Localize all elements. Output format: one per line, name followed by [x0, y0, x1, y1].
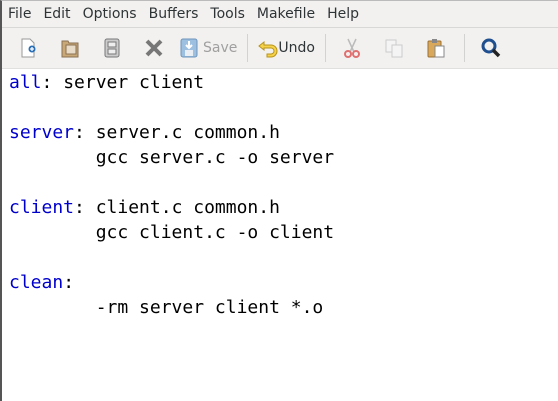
- code-line: gcc server.c -o server: [9, 145, 558, 170]
- undo-arrow-icon: [258, 40, 278, 58]
- open-file-button[interactable]: [52, 32, 88, 64]
- undo-label: Undo: [278, 40, 315, 56]
- menu-file[interactable]: File: [6, 6, 39, 22]
- copy-button[interactable]: [376, 32, 412, 64]
- make-target: client: [9, 197, 75, 218]
- menu-edit[interactable]: Edit: [41, 6, 78, 22]
- menu-bar: File Edit Options Buffers Tools Makefile…: [2, 1, 558, 28]
- code-line: gcc client.c -o client: [9, 220, 558, 245]
- code-text: : server client: [41, 72, 205, 93]
- save-button[interactable]: Save: [178, 32, 237, 64]
- menu-tools[interactable]: Tools: [208, 6, 253, 22]
- make-target: server: [9, 122, 75, 143]
- menu-help[interactable]: Help: [325, 6, 367, 22]
- code-text: -rm server client *.o: [9, 297, 324, 318]
- paste-button[interactable]: [418, 32, 454, 64]
- code-line: clean:: [9, 270, 558, 295]
- scissors-icon: [343, 38, 360, 58]
- new-file-button[interactable]: [10, 32, 46, 64]
- save-icon: [180, 38, 198, 58]
- search-button[interactable]: [473, 32, 509, 64]
- magnifier-icon: [481, 38, 501, 58]
- toolbar: Save Undo: [2, 28, 558, 69]
- code-text: gcc server.c -o server: [9, 147, 335, 168]
- code-line: server: server.c common.h: [9, 120, 558, 145]
- dired-button[interactable]: [94, 32, 130, 64]
- toolbar-separator: [247, 34, 249, 62]
- close-x-icon: [145, 39, 163, 57]
- code-line: client: client.c common.h: [9, 195, 558, 220]
- code-text: gcc client.c -o client: [9, 222, 335, 243]
- save-label: Save: [203, 40, 238, 56]
- file-cabinet-icon: [104, 38, 120, 58]
- make-target: clean: [9, 272, 64, 293]
- code-text: :: [63, 272, 75, 293]
- code-line: -rm server client *.o: [9, 295, 558, 320]
- code-line: all: server client: [9, 70, 558, 95]
- menu-options[interactable]: Options: [81, 6, 145, 22]
- new-file-icon: [21, 38, 36, 58]
- code-text: : server.c common.h: [74, 122, 280, 143]
- close-buffer-button[interactable]: [136, 32, 172, 64]
- code-text: : client.c common.h: [74, 197, 280, 218]
- make-target: all: [9, 72, 42, 93]
- menu-buffers[interactable]: Buffers: [147, 6, 207, 22]
- open-folder-icon: [61, 40, 79, 58]
- toolbar-separator: [324, 34, 326, 62]
- copy-icon: [385, 39, 403, 58]
- menu-makefile[interactable]: Makefile: [255, 6, 323, 22]
- undo-button[interactable]: Undo: [256, 32, 315, 64]
- emacs-window: File Edit Options Buffers Tools Makefile…: [0, 0, 558, 401]
- editor-buffer[interactable]: all: server client server: server.c commo…: [4, 70, 558, 401]
- paste-clipboard-icon: [427, 39, 445, 58]
- toolbar-separator: [463, 34, 465, 62]
- cut-button[interactable]: [334, 32, 370, 64]
